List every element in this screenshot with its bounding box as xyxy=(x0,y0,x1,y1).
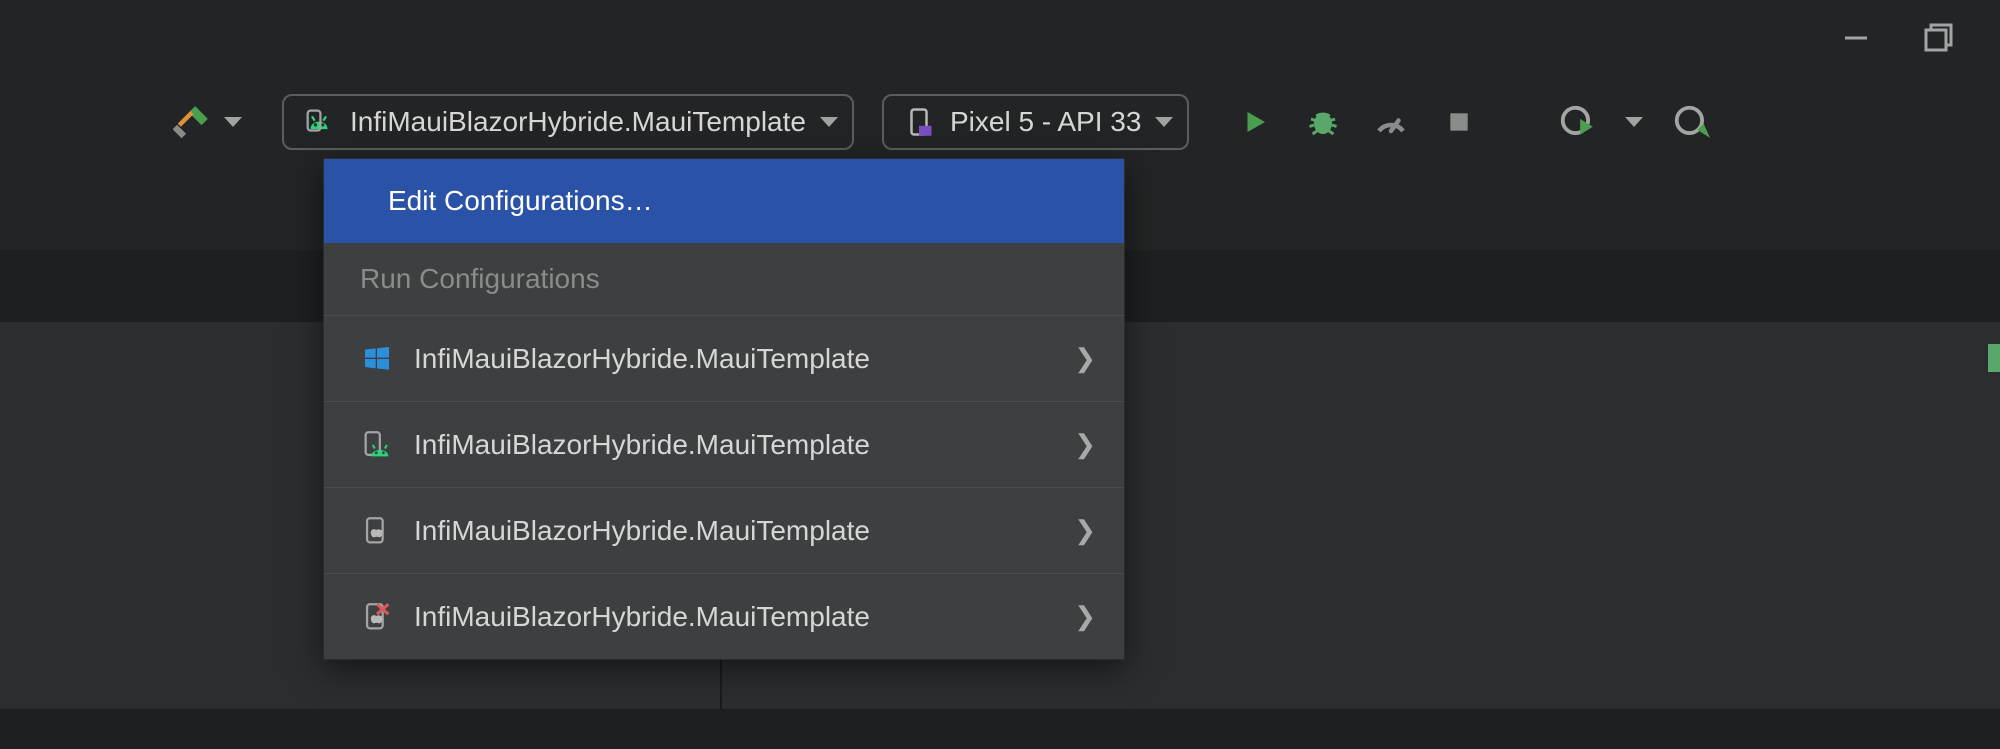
rerun-button[interactable] xyxy=(1671,102,1711,142)
run-config-item-apple[interactable]: InfiMauiBlazorHybride.MauiTemplate ❯ xyxy=(324,487,1124,573)
apple-phone-error-icon xyxy=(360,600,394,634)
chevron-right-icon: ❯ xyxy=(1074,601,1096,632)
run-config-item-android[interactable]: InfiMauiBlazorHybride.MauiTemplate ❯ xyxy=(324,401,1124,487)
chevron-down-icon[interactable] xyxy=(1625,117,1643,127)
chevron-right-icon: ❯ xyxy=(1074,515,1096,546)
device-phone-icon xyxy=(902,105,936,139)
run-button[interactable] xyxy=(1235,102,1275,142)
chevron-right-icon: ❯ xyxy=(1074,429,1096,460)
run-configuration-selector[interactable]: InfiMauiBlazorHybride.MauiTemplate xyxy=(282,94,854,150)
debug-button[interactable] xyxy=(1303,102,1343,142)
minimize-window-icon[interactable] xyxy=(1836,18,1876,58)
chevron-right-icon: ❯ xyxy=(1074,343,1096,374)
list-item-label: InfiMauiBlazorHybride.MauiTemplate xyxy=(414,515,1054,547)
android-phone-icon xyxy=(360,428,394,462)
stop-button[interactable] xyxy=(1439,102,1479,142)
chevron-down-icon xyxy=(1155,117,1173,127)
list-item-label: InfiMauiBlazorHybride.MauiTemplate xyxy=(414,429,1054,461)
main-toolbar: InfiMauiBlazorHybride.MauiTemplate Pixel… xyxy=(0,86,2000,158)
maximize-window-icon[interactable] xyxy=(1920,18,1960,58)
windows-icon xyxy=(360,342,394,376)
build-dropdown-chevron-icon[interactable] xyxy=(224,117,242,127)
android-head-icon xyxy=(302,105,336,139)
menu-item-label: Edit Configurations… xyxy=(388,185,653,217)
run-with-coverage-button[interactable] xyxy=(1557,102,1597,142)
build-button[interactable] xyxy=(172,102,212,142)
chevron-down-icon xyxy=(820,117,838,127)
profiler-button[interactable] xyxy=(1371,102,1411,142)
list-item-label: InfiMauiBlazorHybride.MauiTemplate xyxy=(414,601,1054,633)
run-config-label: InfiMauiBlazorHybride.MauiTemplate xyxy=(350,106,806,138)
run-configurations-dropdown: Edit Configurations… Run Configurations … xyxy=(323,158,1125,660)
run-configurations-header: Run Configurations xyxy=(324,243,1124,315)
edit-configurations-item[interactable]: Edit Configurations… xyxy=(324,159,1124,243)
device-selector[interactable]: Pixel 5 - API 33 xyxy=(882,94,1189,150)
run-config-item-windows[interactable]: InfiMauiBlazorHybride.MauiTemplate ❯ xyxy=(324,315,1124,401)
list-item-label: InfiMauiBlazorHybride.MauiTemplate xyxy=(414,343,1054,375)
run-config-item-apple-error[interactable]: InfiMauiBlazorHybride.MauiTemplate ❯ xyxy=(324,573,1124,659)
apple-phone-icon xyxy=(360,514,394,548)
device-label: Pixel 5 - API 33 xyxy=(950,106,1141,138)
